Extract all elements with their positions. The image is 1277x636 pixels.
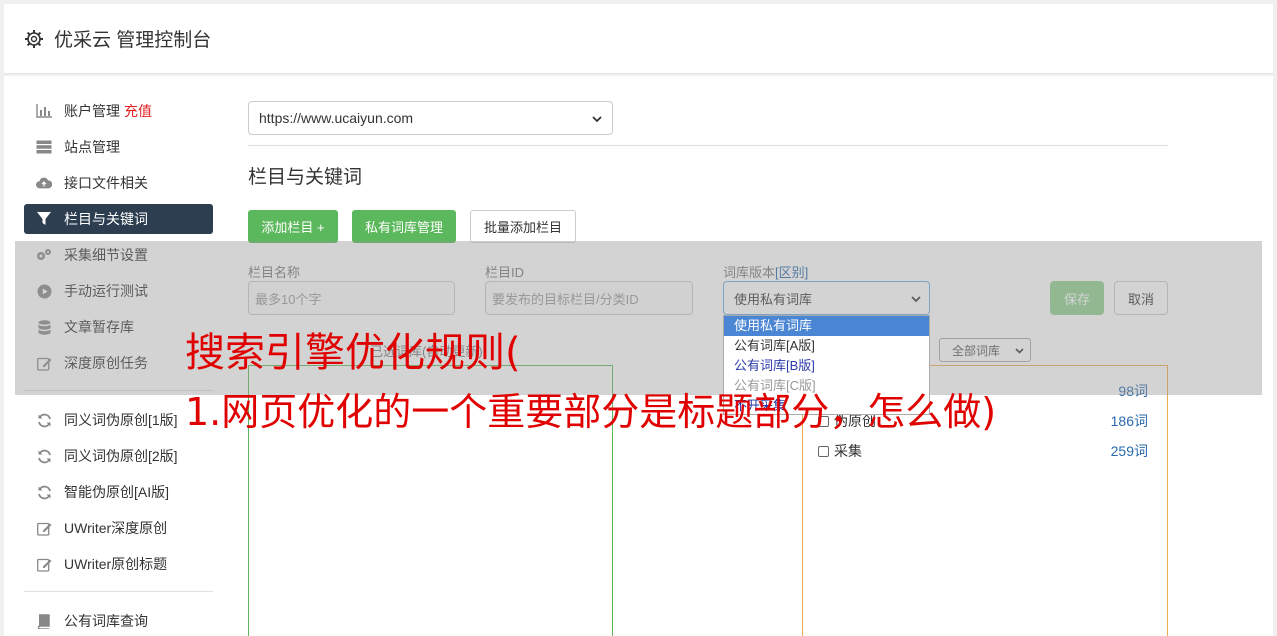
dropdown-option-public-b[interactable]: 公有词库[B版] <box>724 356 929 376</box>
sidebar-item-uwriter-title[interactable]: UWriter原创标题 <box>24 549 213 579</box>
app-title: 优采云 管理控制台 <box>54 30 212 51</box>
sidebar-item-label: 智能伪原创[AI版] <box>64 484 170 500</box>
site-select-value: https://www.ucaiyun.com <box>259 110 414 126</box>
toolbar: 添加栏目 + 私有词库管理 批量添加栏目 <box>248 210 576 243</box>
app-header: 优采云 管理控制台 <box>4 4 1273 74</box>
lib-name-text: 采集 <box>834 443 862 459</box>
cloud-upload-icon <box>36 175 52 191</box>
sidebar-item-public-lib-query[interactable]: 公有词库查询 <box>24 606 213 636</box>
filter-icon <box>36 211 52 227</box>
sidebar-item-label: 接口文件相关 <box>64 175 148 191</box>
edit-icon <box>36 520 52 536</box>
add-column-button[interactable]: 添加栏目 + <box>248 210 338 243</box>
sidebar-item-account[interactable]: 账户管理 充值 <box>24 96 213 126</box>
sidebar-item-label: 账户管理 <box>64 103 120 119</box>
sidebar-item-sites[interactable]: 站点管理 <box>24 132 213 162</box>
bar-chart-icon <box>36 103 52 119</box>
lib-row[interactable]: 采集 259词 <box>818 440 1148 462</box>
sidebar-item-synonym-v2[interactable]: 同义词伪原创[2版] <box>24 441 213 471</box>
dropdown-option-public-a[interactable]: 公有词库[A版] <box>724 336 929 356</box>
sidebar-item-label: 公有词库查询 <box>64 613 148 629</box>
refresh-icon <box>36 448 52 464</box>
chevron-down-icon <box>592 110 602 126</box>
refresh-icon <box>36 412 52 428</box>
dropdown-option-private[interactable]: 使用私有词库 <box>724 316 929 336</box>
sidebar-item-label: UWriter原创标题 <box>64 556 168 572</box>
batch-add-button[interactable]: 批量添加栏目 <box>470 210 576 243</box>
sidebar-item-columns-keywords[interactable]: 栏目与关键词 <box>24 204 213 234</box>
section-title: 栏目与关键词 <box>248 167 363 188</box>
headline-line-1: 搜索引擎优化规则( <box>185 330 521 376</box>
sidebar-divider <box>24 591 213 592</box>
site-select[interactable]: https://www.ucaiyun.com <box>248 101 613 135</box>
headline-line-2: 1.网页优化的一个重要部分是标题部分，怎么做) <box>185 390 997 434</box>
sidebar-item-label: UWriter深度原创 <box>64 520 168 536</box>
sidebar-item-ai-rewrite[interactable]: 智能伪原创[AI版] <box>24 477 213 507</box>
sidebar-item-label: 栏目与关键词 <box>64 211 148 227</box>
main-content: https://www.ucaiyun.com 栏目与关键词 <box>248 101 1168 189</box>
book-icon <box>36 613 52 629</box>
sidebar-item-interface-files[interactable]: 接口文件相关 <box>24 168 213 198</box>
lib-name: 采集 <box>818 441 862 461</box>
refresh-icon <box>36 484 52 500</box>
sidebar-item-label: 同义词伪原创[2版] <box>64 448 178 464</box>
recharge-link[interactable]: 充值 <box>124 101 152 121</box>
sidebar-item-uwriter-deep[interactable]: UWriter深度原创 <box>24 513 213 543</box>
gear-icon <box>24 29 44 49</box>
private-lib-button[interactable]: 私有词库管理 <box>352 210 456 243</box>
lib-checkbox[interactable] <box>818 445 829 457</box>
server-icon <box>36 139 52 155</box>
sidebar-item-label: 同义词伪原创[1版] <box>64 412 178 428</box>
lib-count: 259词 <box>1110 443 1148 459</box>
divider <box>248 145 1168 146</box>
lib-count: 186词 <box>1110 413 1148 429</box>
edit-icon <box>36 556 52 572</box>
sidebar-item-label: 站点管理 <box>64 139 120 155</box>
